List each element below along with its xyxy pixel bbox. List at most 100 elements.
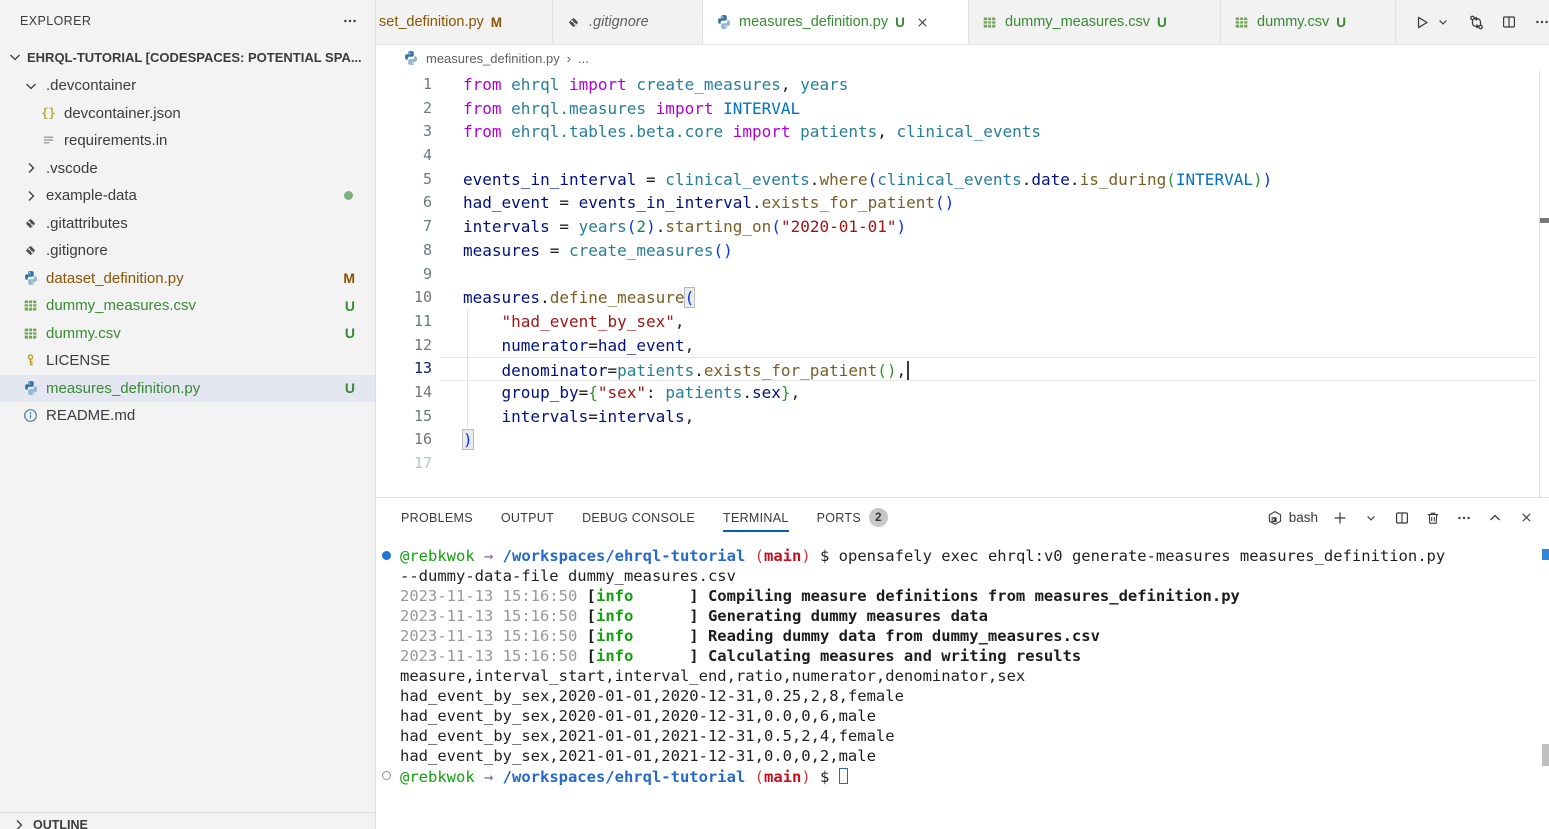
shell-selector[interactable]: bash	[1267, 509, 1318, 526]
tree-item-devcontainer-json[interactable]: {}devcontainer.json	[0, 100, 375, 128]
project-root-row[interactable]: EHRQL-TUTORIAL [CODESPACES: POTENTIAL SP…	[0, 42, 375, 72]
tree-item-dummy-csv[interactable]: dummy.csvU	[0, 320, 375, 348]
split-editor-icon[interactable]	[1500, 13, 1518, 31]
breadcrumb[interactable]: measures_definition.py › ...	[376, 45, 1549, 71]
code-line[interactable]: 10measures.define_measure(	[376, 286, 1537, 310]
tab-git-status-badge: U	[895, 15, 905, 30]
git-status-badge: U	[345, 298, 355, 314]
more-icon[interactable]	[341, 12, 359, 30]
close-icon[interactable]	[914, 13, 932, 31]
code-line[interactable]: 8measures = create_measures()	[376, 239, 1537, 263]
split-editor-icon[interactable]	[1393, 509, 1411, 527]
tree-item-example-data[interactable]: example-data	[0, 182, 375, 210]
git-status-badge: M	[343, 270, 355, 286]
terminal-cursor	[839, 768, 848, 784]
tree-item-vscode[interactable]: .vscode	[0, 155, 375, 183]
code-line[interactable]: 11 "had_event_by_sex",	[376, 310, 1537, 334]
code-line[interactable]: 2from ehrql.measures import INTERVAL	[376, 97, 1537, 121]
overview-ruler-marker	[1540, 218, 1549, 223]
csv-icon	[981, 14, 998, 31]
tree-item-label: .gitattributes	[46, 215, 128, 232]
compare-changes-icon[interactable]	[1467, 13, 1485, 31]
tree-item-measures-definition-py[interactable]: measures_definition.pyU	[0, 375, 375, 403]
panel-tab-problems[interactable]: PROBLEMS	[401, 498, 473, 537]
tab-measures-definition-py[interactable]: measures_definition.pyU	[703, 0, 969, 44]
editor-group: set_definition.pyM .gitignore measures_def…	[376, 0, 1549, 829]
code-line[interactable]: 9	[376, 263, 1537, 287]
code-line[interactable]: 17	[376, 452, 1537, 476]
code-editor[interactable]: 1from ehrql import create_measures, year…	[376, 71, 1549, 497]
line-number: 16	[376, 428, 432, 452]
code-line[interactable]: 3from ehrql.tables.beta.core import pati…	[376, 120, 1537, 144]
line-number: 10	[376, 286, 432, 310]
code-line[interactable]: 5events_in_interval = clinical_events.wh…	[376, 168, 1537, 192]
panel-tab-label: DEBUG CONSOLE	[582, 511, 695, 525]
line-number: 5	[376, 168, 432, 192]
panel-tab-debug-console[interactable]: DEBUG CONSOLE	[582, 498, 695, 537]
tree-item-readme-md[interactable]: README.md	[0, 402, 375, 430]
chevron-right-icon	[10, 816, 27, 829]
tab-label: .gitignore	[589, 14, 649, 30]
chevron-up-icon[interactable]	[1486, 509, 1504, 527]
tree-item-label: LICENSE	[46, 352, 110, 369]
panel-tabs: PROBLEMS OUTPUT DEBUG CONSOLE TERMINAL PORTS…	[401, 498, 916, 537]
tree-item-gitattributes[interactable]: .gitattributes	[0, 210, 375, 238]
tab-set-definition-py[interactable]: set_definition.pyM	[376, 0, 553, 44]
panel-tab-label: OUTPUT	[501, 511, 554, 525]
key-icon	[22, 352, 39, 369]
code-line[interactable]: 7intervals = years(2).starting_on("2020-…	[376, 215, 1537, 239]
tree-item-dataset-definition-py[interactable]: dataset_definition.pyM	[0, 265, 375, 293]
tree-item-requirements-in[interactable]: requirements.in	[0, 127, 375, 155]
tab-gitignore[interactable]: .gitignore	[553, 0, 703, 44]
code-line[interactable]: 1from ehrql import create_measures, year…	[376, 73, 1537, 97]
indent-guide	[467, 357, 468, 381]
tree-item-label: .devcontainer	[46, 77, 136, 94]
chevron-down-icon	[6, 49, 23, 66]
tree-item-dummy-measures-csv[interactable]: dummy_measures.csvU	[0, 292, 375, 320]
code-line[interactable]: 14 group_by={"sex": patients.sex},	[376, 381, 1537, 405]
editor-scrollbar[interactable]	[1539, 71, 1540, 497]
run-icon[interactable]	[1412, 13, 1430, 31]
panel-actions: bash	[1267, 509, 1535, 527]
outline-section-header[interactable]: OUTLINE	[0, 812, 375, 829]
plus-icon[interactable]	[1331, 509, 1349, 527]
indent-guide	[467, 310, 468, 334]
line-number: 4	[376, 144, 432, 168]
terminal[interactable]: @rebkwok → /workspaces/ehrql-tutorial (m…	[376, 537, 1549, 829]
python-icon	[22, 270, 39, 287]
more-icon[interactable]	[1533, 13, 1549, 31]
chevron-right-icon	[22, 187, 39, 204]
code-line[interactable]: 12 numerator=had_event,	[376, 334, 1537, 358]
panel-tab-ports[interactable]: PORTS2	[817, 498, 888, 537]
code-line[interactable]: 13 denominator=patients.exists_for_patie…	[376, 357, 1537, 381]
line-number: 17	[376, 452, 432, 476]
tree-item-license[interactable]: LICENSE	[0, 347, 375, 375]
code-line[interactable]: 6had_event = events_in_interval.exists_f…	[376, 191, 1537, 215]
code-line[interactable]: 15 intervals=intervals,	[376, 405, 1537, 429]
close-icon[interactable]	[1517, 509, 1535, 527]
project-title: EHRQL-TUTORIAL [CODESPACES: POTENTIAL SP…	[27, 50, 362, 65]
panel-tab-output[interactable]: OUTPUT	[501, 498, 554, 537]
tree-item-devcontainer[interactable]: .devcontainer	[0, 72, 375, 100]
chevron-down-small-icon[interactable]	[1434, 13, 1452, 31]
terminal-scrollbar-thumb[interactable]	[1542, 744, 1549, 766]
panel-tab-terminal[interactable]: TERMINAL	[723, 498, 789, 537]
csv-icon	[1233, 14, 1250, 31]
code-line[interactable]: 4	[376, 144, 1537, 168]
chevron-down-small-icon[interactable]	[1362, 509, 1380, 527]
editor-actions	[1396, 0, 1549, 44]
tab-dummy-csv[interactable]: dummy.csvU	[1221, 0, 1396, 44]
trash-icon[interactable]	[1424, 509, 1442, 527]
command-decoration-icon[interactable]	[382, 551, 391, 560]
code-line[interactable]: 16)	[376, 428, 1537, 452]
breadcrumb-more[interactable]: ...	[578, 51, 589, 66]
line-number: 14	[376, 381, 432, 405]
tree-item-label: requirements.in	[64, 132, 167, 149]
git-status-badge: U	[345, 380, 355, 396]
file-tree: .devcontainer {}devcontainer.json requirem…	[0, 72, 375, 430]
tree-item-gitignore[interactable]: .gitignore	[0, 237, 375, 265]
line-number: 6	[376, 191, 432, 215]
tab-dummy-measures-csv[interactable]: dummy_measures.csvU	[969, 0, 1221, 44]
command-decoration-outline-icon[interactable]	[382, 771, 391, 780]
more-icon[interactable]	[1455, 509, 1473, 527]
